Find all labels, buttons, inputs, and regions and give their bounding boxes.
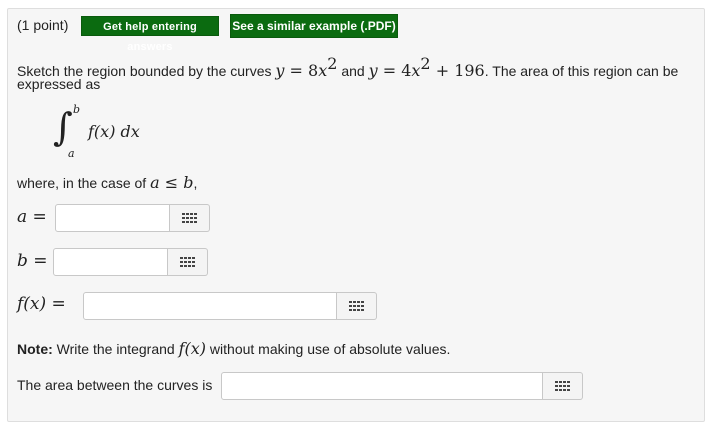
help-entering-answers-button[interactable]: Get help entering answers xyxy=(81,16,219,53)
b-input[interactable] xyxy=(53,248,168,276)
f-input[interactable] xyxy=(83,292,337,320)
where-math: a ≤ b xyxy=(150,173,194,192)
problem-panel: (1 point) Get help entering answers See … xyxy=(7,8,705,422)
note-label: Note: xyxy=(17,341,53,357)
integrand: f(x) dx xyxy=(88,122,140,141)
where-prefix: where, in the case of xyxy=(17,175,151,191)
similar-example-button[interactable]: See a similar example (.PDF) xyxy=(230,14,398,38)
integral-upper-limit: b xyxy=(73,103,81,116)
a-keypad-button[interactable] xyxy=(170,204,210,232)
statement-suffix: . The area of this region can be xyxy=(484,63,679,79)
points-label: (1 point) xyxy=(17,17,69,33)
curve2-exp: 2 xyxy=(420,54,431,73)
a-input[interactable] xyxy=(55,204,170,232)
curve1-var: x xyxy=(318,61,328,80)
keypad-grid-icon xyxy=(349,301,364,312)
and-word: and xyxy=(337,63,369,79)
keypad-grid-icon xyxy=(555,381,570,392)
note-line: Note: Write the integrand f(x) without m… xyxy=(17,339,450,358)
curve1-eq: = 8 xyxy=(284,61,319,80)
b-keypad-button[interactable] xyxy=(168,248,208,276)
where-suffix: , xyxy=(193,175,198,191)
where-line: where, in the case of a ≤ b, xyxy=(17,173,197,192)
area-input[interactable] xyxy=(221,372,543,400)
curve1-exp: 2 xyxy=(327,54,338,73)
curve2-rest: + 196 xyxy=(430,61,485,80)
f-keypad-button[interactable] xyxy=(337,292,377,320)
curve2-eq: = 4 xyxy=(377,61,412,80)
problem-statement-line2: expressed as xyxy=(17,76,101,92)
note-text-prefix: Write the integrand xyxy=(52,341,179,357)
note-text-suffix: without making use of absolute values. xyxy=(206,341,451,357)
b-label: b = xyxy=(17,251,48,271)
integral-sign: ∫ xyxy=(53,105,73,149)
area-label: The area between the curves is xyxy=(17,377,213,393)
f-label: f(x) = xyxy=(17,294,66,314)
area-keypad-button[interactable] xyxy=(543,372,583,400)
keypad-grid-icon xyxy=(182,213,197,224)
a-label: a = xyxy=(17,207,47,227)
keypad-grid-icon xyxy=(180,257,195,268)
problem-statement-line1: Sketch the region bounded by the curves … xyxy=(17,54,678,80)
note-math: f(x) xyxy=(178,339,207,358)
curve2-lhs: y xyxy=(368,61,378,80)
integral-lower-limit: a xyxy=(68,147,75,160)
